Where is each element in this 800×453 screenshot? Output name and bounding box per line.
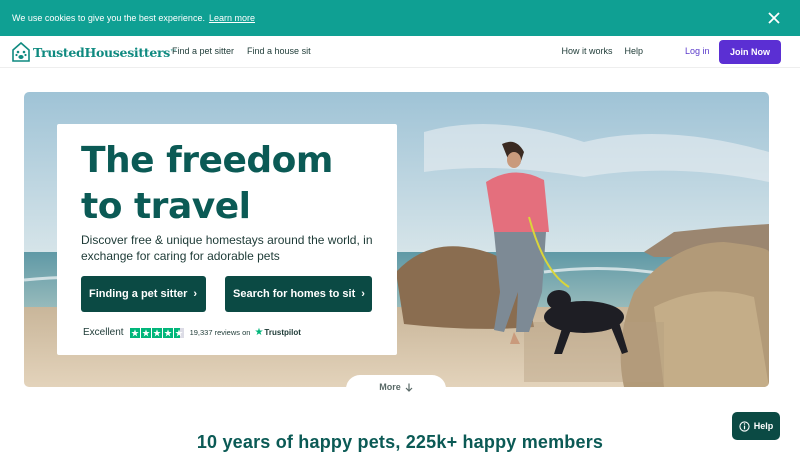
more-label: More xyxy=(379,382,401,392)
nav-find-pet-sitter[interactable]: Find a pet sitter xyxy=(172,46,234,56)
nav-help[interactable]: Help xyxy=(624,46,643,56)
more-button[interactable]: More xyxy=(346,375,446,399)
hero-card: The freedom to travel Discover free & un… xyxy=(57,124,397,355)
arrow-down-icon xyxy=(405,383,413,392)
review-count: 19,337 reviews on xyxy=(189,328,251,337)
star-icon xyxy=(129,327,140,338)
half-star-icon xyxy=(173,327,184,338)
secondary-nav: How it works Help xyxy=(561,46,643,56)
cookie-text: We use cookies to give you the best expe… xyxy=(12,13,205,23)
trustpilot-star-icon: ★ xyxy=(254,327,264,338)
rating-label: Excellent xyxy=(83,327,124,338)
chevron-right-icon: › xyxy=(361,288,365,300)
nav-how-it-works[interactable]: How it works xyxy=(561,46,612,56)
star-icon xyxy=(151,327,162,338)
info-icon xyxy=(739,420,750,432)
hero-section: The freedom to travel Discover free & un… xyxy=(24,92,769,387)
find-pet-sitter-button[interactable]: Finding a pet sitter › xyxy=(81,276,206,312)
help-widget-button[interactable]: Help xyxy=(732,412,780,440)
house-paw-icon xyxy=(12,42,30,62)
nav-find-house-sit[interactable]: Find a house sit xyxy=(247,46,311,56)
chevron-right-icon: › xyxy=(193,288,198,300)
trustpilot-logo-text: Trustpilot xyxy=(264,328,301,337)
star-icon xyxy=(140,327,151,338)
trustpilot-rating[interactable]: Excellent 19,337 reviews on ★ Trustpilot xyxy=(83,327,301,338)
join-now-button[interactable]: Join Now xyxy=(719,40,781,64)
star-icon xyxy=(162,327,173,338)
site-header: TrustedHousesitters ™ Find a pet sitter … xyxy=(0,36,800,68)
find-pet-sitter-label: Finding a pet sitter xyxy=(89,288,188,300)
search-homes-label: Search for homes to sit xyxy=(233,288,356,300)
hero-title: The freedom to travel xyxy=(81,140,333,227)
rating-stars xyxy=(129,327,184,338)
close-icon[interactable] xyxy=(766,10,782,26)
logo[interactable]: TrustedHousesitters ™ xyxy=(12,42,176,62)
login-link[interactable]: Log in xyxy=(685,46,710,56)
primary-nav: Find a pet sitter Find a house sit xyxy=(172,46,311,56)
cookie-banner: We use cookies to give you the best expe… xyxy=(0,0,800,36)
hero-subtitle: Discover free & unique homestays around … xyxy=(81,233,373,263)
cookie-learn-more-link[interactable]: Learn more xyxy=(209,13,255,23)
logo-text: TrustedHousesitters xyxy=(33,44,171,60)
search-homes-button[interactable]: Search for homes to sit › xyxy=(225,276,372,312)
help-label: Help xyxy=(753,421,774,431)
